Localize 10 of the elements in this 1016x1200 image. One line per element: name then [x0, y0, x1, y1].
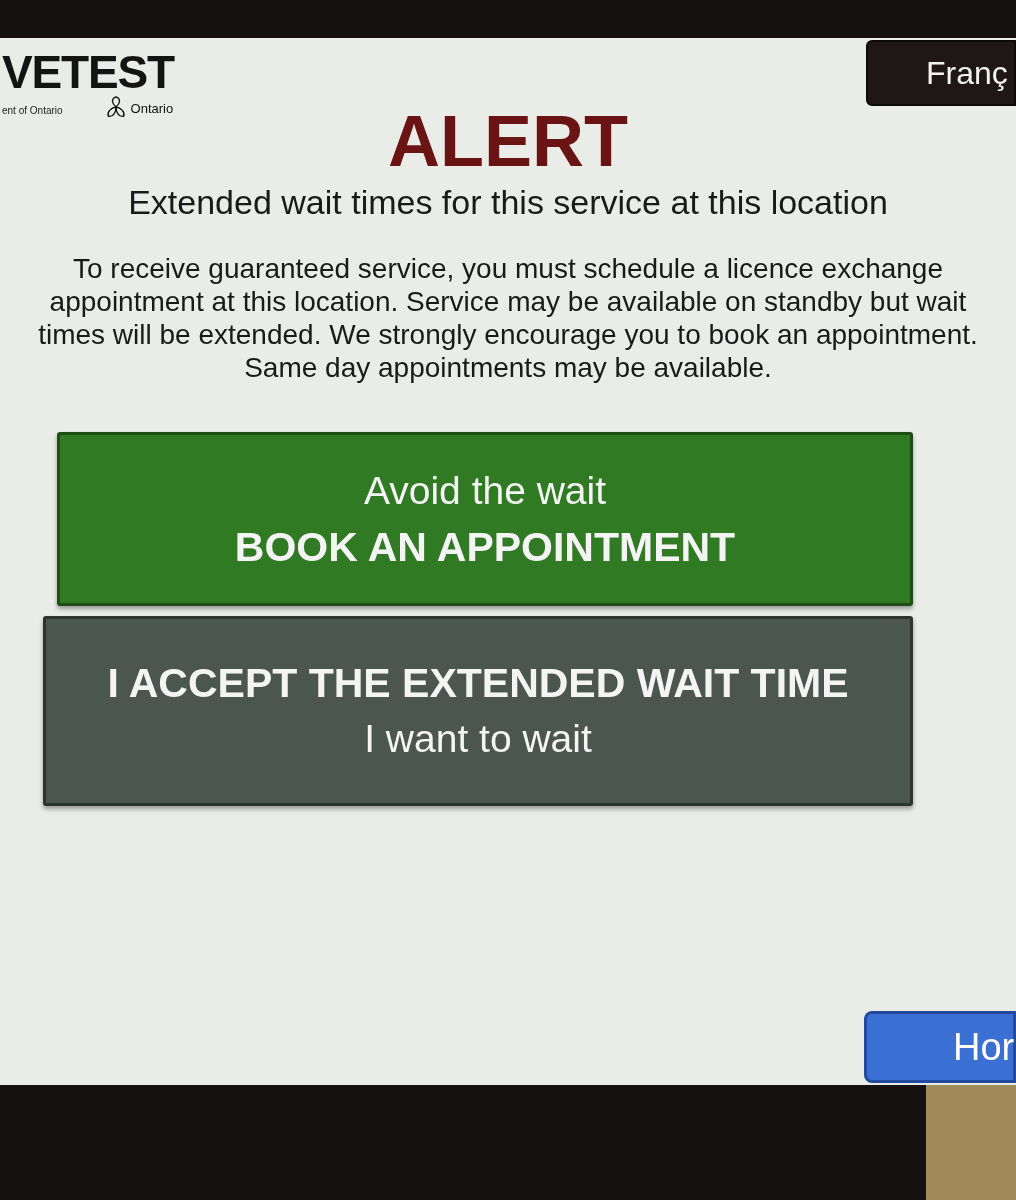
alert-title: ALERT	[388, 104, 628, 178]
home-button[interactable]: Hor	[864, 1011, 1016, 1083]
logo-caption: ent of Ontario	[2, 104, 63, 118]
accept-wait-button[interactable]: I ACCEPT THE EXTENDED WAIT TIME I want to wait	[43, 616, 913, 806]
alert-subtitle: Extended wait times for this service at this location	[128, 182, 888, 222]
province-label: Ontario	[130, 99, 174, 118]
book-appointment-button[interactable]: Avoid the wait BOOK AN APPOINTMENT	[57, 432, 913, 606]
logo-wordmark: VETEST	[2, 50, 175, 94]
language-button[interactable]: Franç	[866, 40, 1016, 106]
alert-message: To receive guaranteed service, you must schedule a licence exchange appointment at this location. Service may be available on standby but wait times will be extended. We strongly encourage you to book an appointment. Same day appointments may be available.	[37, 252, 979, 384]
